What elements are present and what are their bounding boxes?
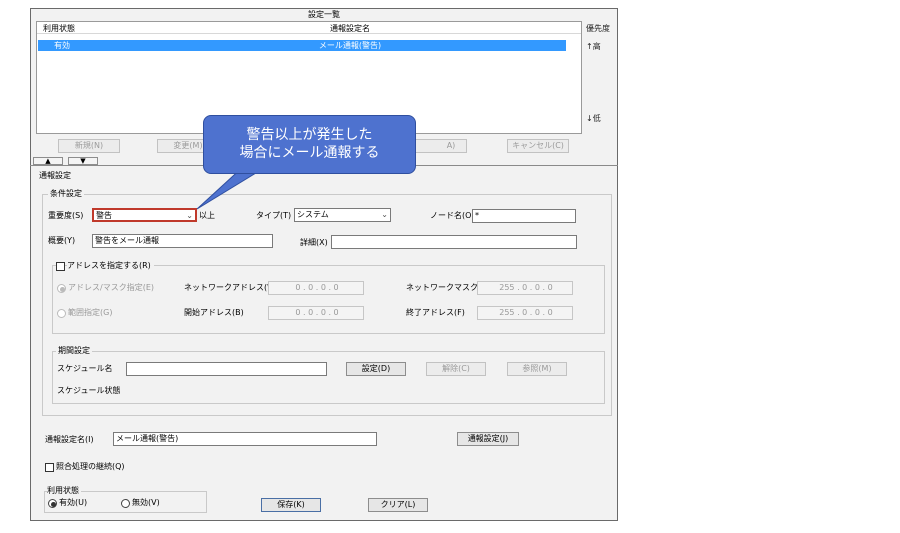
save-button[interactable]: 保存(K) bbox=[261, 498, 321, 512]
ip-octet: 0 bbox=[333, 283, 339, 292]
row-name: メール通報(警告) bbox=[318, 41, 382, 50]
network-mask-input[interactable]: 255 . 0 . 0 . 0 bbox=[477, 281, 573, 295]
mask-radio[interactable] bbox=[57, 284, 66, 293]
schedule-release-button[interactable]: 解除(C) bbox=[426, 362, 486, 376]
expand-down-button[interactable]: ▼ bbox=[68, 157, 98, 165]
clear-button[interactable]: クリア(L) bbox=[368, 498, 428, 512]
column-header-name[interactable]: 通報設定名 bbox=[260, 23, 440, 35]
ip-octet: 255 bbox=[499, 308, 515, 317]
start-address-input[interactable]: 0 . 0 . 0 . 0 bbox=[268, 306, 364, 320]
ip-octet: 0 bbox=[320, 283, 326, 292]
severity-value: 警告 bbox=[96, 211, 112, 220]
chevron-up-icon: ▲ bbox=[45, 157, 51, 165]
period-group bbox=[52, 351, 605, 404]
usage-enabled-label: 有効(U) bbox=[59, 498, 88, 507]
row-status: 有効 bbox=[54, 41, 70, 50]
ip-octet: 0 bbox=[333, 308, 339, 317]
detail-label: 詳細(X) bbox=[300, 238, 328, 247]
continue-checkbox-label: 照合処理の継続(Q) bbox=[56, 462, 125, 471]
priority-label: 優先度 bbox=[586, 24, 610, 33]
mask-radio-label: アドレス/マスク指定(E) bbox=[68, 283, 154, 292]
period-group-title: 期間設定 bbox=[56, 345, 92, 357]
callout-annotation: 警告以上が発生した 場合にメール通報する bbox=[203, 115, 416, 174]
node-label: ノード名(O) bbox=[430, 211, 475, 220]
usage-enabled-radio[interactable] bbox=[48, 499, 57, 508]
notify-name-input[interactable]: メール通報(警告) bbox=[113, 432, 377, 446]
condition-group-title: 条件設定 bbox=[48, 188, 84, 200]
settings-list-row-selected[interactable]: 有効 メール通報(警告) bbox=[38, 40, 566, 51]
network-address-input[interactable]: 0 . 0 . 0 . 0 bbox=[268, 281, 364, 295]
schedule-name-input[interactable] bbox=[126, 362, 327, 376]
end-address-input[interactable]: 255 . 0 . 0 . 0 bbox=[477, 306, 573, 320]
radio-dot bbox=[51, 502, 56, 507]
ip-octet: 0 bbox=[534, 308, 540, 317]
range-radio-label: 範囲指定(G) bbox=[68, 308, 113, 317]
usage-disabled-label: 無効(V) bbox=[132, 498, 160, 507]
cancel-button[interactable]: キャンセル(C) bbox=[507, 139, 569, 153]
collapse-up-button[interactable]: ▲ bbox=[33, 157, 63, 165]
address-checkbox[interactable] bbox=[56, 262, 65, 271]
schedule-set-button[interactable]: 設定(D) bbox=[346, 362, 406, 376]
detail-input[interactable] bbox=[331, 235, 577, 249]
end-address-label: 終了アドレス(F) bbox=[406, 308, 465, 317]
ip-octet: 0 bbox=[522, 283, 528, 292]
schedule-status-label: スケジュール状態 bbox=[57, 386, 121, 395]
node-input[interactable]: * bbox=[472, 209, 576, 223]
ip-octet: 0 bbox=[308, 308, 314, 317]
ip-octet: 0 bbox=[320, 308, 326, 317]
type-select[interactable]: システム ⌄ bbox=[294, 208, 391, 222]
schedule-browse-button[interactable]: 参照(M) bbox=[507, 362, 567, 376]
type-value: システム bbox=[297, 210, 329, 219]
list-button-hidden-label: A) bbox=[446, 141, 456, 150]
chevron-down-icon: ▼ bbox=[80, 157, 86, 165]
notify-setting-button[interactable]: 通報設定(J) bbox=[457, 432, 519, 446]
summary-input[interactable]: 警告をメール通報 bbox=[92, 234, 273, 248]
network-address-label: ネットワークアドレス(W) bbox=[184, 283, 279, 292]
priority-low-button[interactable]: ↓低 bbox=[586, 114, 601, 124]
notify-name-label: 通報設定名(I) bbox=[45, 435, 94, 444]
ip-octet: 0 bbox=[534, 283, 540, 292]
ip-octet: 255 bbox=[499, 283, 515, 292]
column-header-status[interactable]: 利用状態 bbox=[43, 23, 75, 35]
settings-list-title: 設定一覧 bbox=[31, 9, 617, 21]
priority-high-button[interactable]: ↑高 bbox=[586, 42, 601, 52]
ip-octet: 0 bbox=[295, 283, 301, 292]
summary-label: 概要(Y) bbox=[48, 236, 76, 245]
callout-line-1: 警告以上が発生した bbox=[246, 127, 373, 143]
usage-disabled-radio[interactable] bbox=[121, 499, 130, 508]
radio-dot bbox=[60, 287, 65, 292]
address-group bbox=[52, 265, 605, 334]
new-button[interactable]: 新規(N) bbox=[58, 139, 120, 153]
callout-line-2: 場合にメール通報する bbox=[239, 145, 380, 161]
ip-octet: 0 bbox=[522, 308, 528, 317]
schedule-name-label: スケジュール名 bbox=[57, 364, 113, 373]
ip-octet: 0 bbox=[295, 308, 301, 317]
continue-checkbox[interactable] bbox=[45, 463, 54, 472]
usage-group-title: 利用状態 bbox=[47, 485, 81, 497]
ip-octet: 0 bbox=[547, 308, 553, 317]
chevron-down-icon: ⌄ bbox=[381, 210, 388, 219]
range-radio[interactable] bbox=[57, 309, 66, 318]
ip-octet: 0 bbox=[547, 283, 553, 292]
address-checkbox-label: アドレスを指定する(R) bbox=[67, 260, 154, 272]
notify-section-title: 通報設定 bbox=[39, 171, 71, 180]
severity-select[interactable]: 警告 ⌄ bbox=[92, 208, 197, 222]
severity-label: 重要度(S) bbox=[48, 211, 84, 220]
ip-octet: 0 bbox=[308, 283, 314, 292]
start-address-label: 開始アドレス(B) bbox=[184, 308, 244, 317]
